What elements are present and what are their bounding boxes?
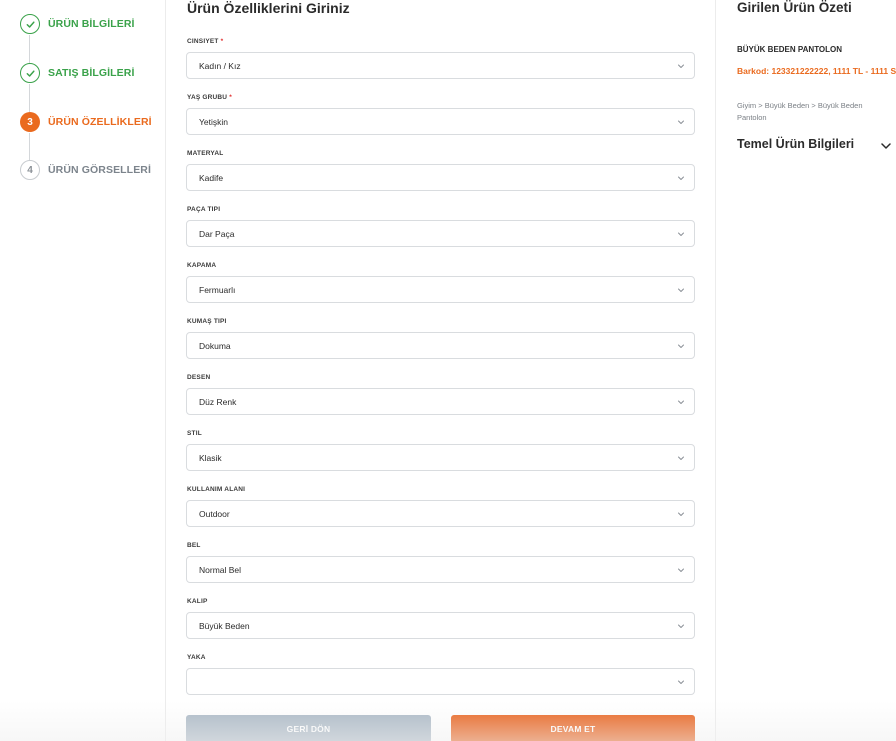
select-value: Outdoor (199, 508, 230, 519)
step-label: ÜRÜN ÖZELLİKLERİ (48, 116, 152, 128)
attribute-select[interactable] (186, 668, 695, 695)
select-value: Klasik (199, 452, 222, 463)
step-urun-gorselleri[interactable]: 4 ÜRÜN GÖRSELLERİ (20, 160, 151, 180)
step-number: 3 (20, 112, 40, 132)
required-marker: * (220, 38, 224, 45)
checkmark-icon (20, 63, 40, 83)
step-urun-bilgileri[interactable]: ÜRÜN BİLGİLERİ (20, 14, 135, 34)
attribute-select[interactable]: Düz Renk (186, 388, 695, 415)
chevron-down-icon (676, 621, 686, 631)
select-value: Kadın / Kız (199, 60, 241, 71)
field-label-text: STIL (187, 430, 202, 437)
field-label-text: KALIP (187, 598, 208, 605)
attribute-select[interactable]: Büyük Beden (186, 612, 695, 639)
field-label-text: KAPAMA (187, 262, 217, 269)
chevron-down-icon (676, 285, 686, 295)
field-label: STIL (187, 430, 204, 437)
attribute-select[interactable]: Dar Paça (186, 220, 695, 247)
step-urun-ozellikleri[interactable]: 3 ÜRÜN ÖZELLİKLERİ (20, 112, 152, 132)
attribute-select[interactable]: Outdoor (186, 500, 695, 527)
form-title: Ürün Özelliklerini Giriniz (187, 0, 350, 16)
select-value: Kadife (199, 172, 224, 183)
field-label: MATERYAL (187, 150, 225, 157)
step-satis-bilgileri[interactable]: SATIŞ BİLGİLERİ (20, 63, 134, 83)
field-label-text: KUMAŞ TIPI (187, 318, 227, 325)
attribute-select[interactable]: Dokuma (186, 332, 695, 359)
field-label-text: YAŞ GRUBU (187, 94, 228, 101)
product-name: BÜYÜK BEDEN PANTOLON (737, 45, 843, 54)
step-number: 4 (20, 160, 40, 180)
back-button[interactable]: GERİ DÖN (186, 715, 431, 741)
select-value: Normal Bel (199, 564, 242, 575)
field-label-text: YAKA (187, 654, 206, 661)
field-label: YAKA (187, 654, 208, 661)
step-label: ÜRÜN BİLGİLERİ (48, 18, 135, 30)
barcode-price-stock: Barkod: 123321222222, 1111 TL - 1111 Sto… (737, 66, 896, 76)
checkmark-icon (20, 14, 40, 34)
summary-title: Girilen Ürün Özeti (737, 0, 852, 15)
attribute-select[interactable]: Kadın / Kız (186, 52, 695, 79)
select-value: Düz Renk (199, 396, 237, 407)
chevron-down-icon (676, 397, 686, 407)
select-value: Fermuarlı (199, 284, 236, 295)
step-label: SATIŞ BİLGİLERİ (48, 67, 135, 79)
field-label: KUMAŞ TIPI (187, 318, 229, 325)
field-label-text: BEL (187, 542, 201, 549)
chevron-down-icon (676, 341, 686, 351)
attribute-select[interactable]: Fermuarlı (186, 276, 695, 303)
chevron-down-icon (676, 61, 686, 71)
attribute-select[interactable]: Normal Bel (186, 556, 695, 583)
field-label-text: KULLANIM ALANI (187, 486, 246, 493)
chevron-down-icon[interactable] (880, 139, 892, 151)
category-path: Giyim > Büyük Beden > Büyük Beden Pantol… (737, 101, 863, 122)
field-label-text: DESEN (187, 374, 211, 381)
attributes-form: Ürün Özelliklerini Giriniz CINSIYET * Kadı… (166, 0, 716, 741)
select-value: Büyük Beden (199, 620, 250, 631)
field-label-text: MATERYAL (187, 150, 224, 157)
field-label: BEL (187, 542, 203, 549)
field-label: YAŞ GRUBU * (187, 94, 232, 101)
field-label-text: CINSIYET (187, 38, 219, 45)
field-label: KULLANIM ALANI (187, 486, 247, 493)
continue-button[interactable]: DEVAM ET (451, 715, 695, 741)
chevron-down-icon (676, 509, 686, 519)
attribute-select[interactable]: Yetişkin (186, 108, 695, 135)
select-value: Dokuma (199, 340, 231, 351)
attribute-select[interactable]: Kadife (186, 164, 695, 191)
field-label: KAPAMA (187, 262, 218, 269)
attribute-select[interactable]: Klasik (186, 444, 695, 471)
chevron-down-icon (676, 453, 686, 463)
step-label: ÜRÜN GÖRSELLERİ (48, 164, 152, 176)
field-label: DESEN (187, 374, 212, 381)
chevron-down-icon (676, 173, 686, 183)
chevron-down-icon (676, 565, 686, 575)
chevron-down-icon (676, 677, 686, 687)
product-summary: Girilen Ürün Özeti BÜYÜK BEDEN PANTOLON … (716, 0, 896, 741)
step-connector (29, 133, 30, 161)
field-label: CINSIYET * (187, 38, 223, 45)
progress-stepper: ÜRÜN BİLGİLERİ SATIŞ BİLGİLERİ 3 ÜRÜN ÖZ… (0, 0, 166, 741)
section-basic-info-toggle[interactable]: Temel Ürün Bilgileri (737, 137, 854, 151)
select-value: Dar Paça (199, 228, 235, 239)
field-label-text: PAÇA TIPI (187, 206, 221, 213)
select-value: Yetişkin (199, 116, 228, 127)
field-label: PAÇA TIPI (187, 206, 222, 213)
step-connector (29, 35, 30, 63)
field-label: KALIP (187, 598, 210, 605)
chevron-down-icon (676, 229, 686, 239)
chevron-down-icon (676, 117, 686, 127)
step-connector (29, 84, 30, 112)
required-marker: * (229, 94, 232, 101)
